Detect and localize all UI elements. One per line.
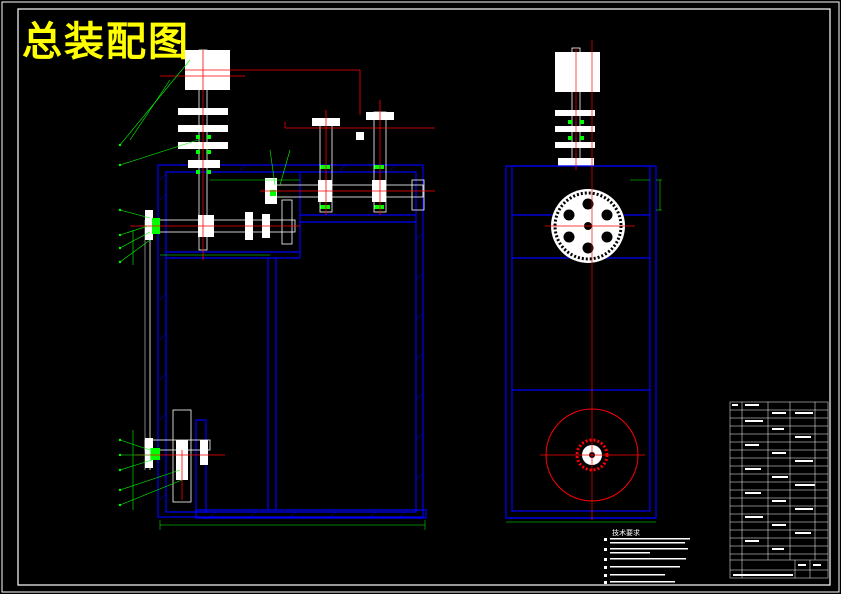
outer-border [1, 1, 840, 593]
side-view [505, 40, 662, 523]
horizontal-drive-shaft [145, 199, 296, 245]
tech-notes-lines [604, 538, 690, 584]
lower-pulley-assembly [144, 409, 211, 503]
tech-requirements-heading: 技术要求 [612, 529, 640, 537]
assembly-drawing [1, 1, 840, 593]
front-view [118, 49, 435, 530]
drawing-frame [17, 8, 831, 586]
